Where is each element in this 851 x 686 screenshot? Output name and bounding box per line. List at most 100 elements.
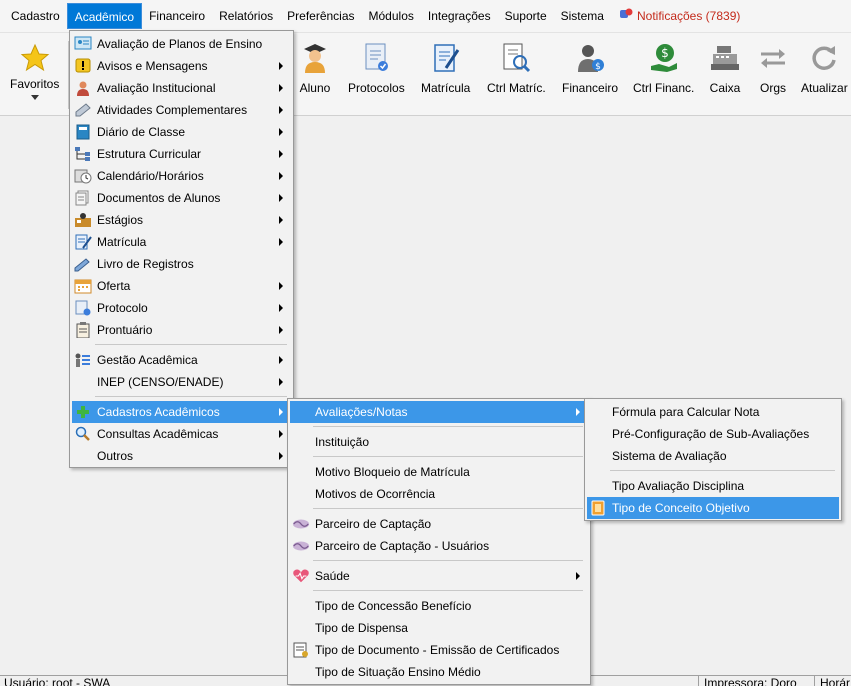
- menu-item-outros[interactable]: Outros: [72, 445, 291, 467]
- menu-item-label: Matrícula: [97, 235, 147, 249]
- notifications-label: Notificações (7839): [636, 9, 741, 23]
- menu-separator: [610, 470, 835, 471]
- certificate-icon: [292, 642, 310, 658]
- menu-item-label: Avaliação de Planos de Ensino: [97, 37, 263, 51]
- menu-item-prontuario[interactable]: Prontuário: [72, 319, 291, 341]
- menu-item-saude[interactable]: Saúde: [290, 565, 588, 587]
- menu-item-diario[interactable]: Diário de Classe: [72, 121, 291, 143]
- submenu-arrow-icon: [576, 408, 580, 416]
- favoritos-button[interactable]: Favoritos: [10, 41, 59, 100]
- menu-modulos[interactable]: Módulos: [362, 3, 421, 29]
- menu-item-oferta[interactable]: Oferta: [72, 275, 291, 297]
- menu-suporte[interactable]: Suporte: [498, 3, 554, 29]
- menu-item-label: Consultas Acadêmicas: [97, 427, 219, 441]
- menu-item-avaliacoes-notas[interactable]: Avaliações/Notas: [290, 401, 588, 423]
- menu-item-tipo-conceito-objetivo[interactable]: Tipo de Conceito Objetivo: [587, 497, 839, 519]
- caixa-button[interactable]: Caixa: [709, 41, 741, 95]
- book-icon: [74, 124, 92, 140]
- ctrl-matric-button[interactable]: Ctrl Matríc.: [487, 41, 546, 95]
- menu-item-motivo-bloqueio[interactable]: Motivo Bloqueio de Matrícula: [290, 461, 588, 483]
- menu-item-instituicao[interactable]: Instituição: [290, 431, 588, 453]
- menu-item-label: Documentos de Alunos: [97, 191, 221, 205]
- menu-integracoes[interactable]: Integrações: [421, 3, 498, 29]
- ctrl-financ-label: Ctrl Financ.: [633, 81, 695, 95]
- submenu-arrow-icon: [279, 216, 283, 224]
- menu-item-documentos[interactable]: Documentos de Alunos: [72, 187, 291, 209]
- menu-item-label: Tipo de Conceito Objetivo: [612, 501, 750, 515]
- menu-item-protocolo[interactable]: Protocolo: [72, 297, 291, 319]
- menu-separator: [313, 456, 583, 457]
- menu-item-tipo-avaliacao-disciplina[interactable]: Tipo Avaliação Disciplina: [587, 475, 839, 497]
- menu-preferencias[interactable]: Preferências: [280, 3, 361, 29]
- cadastros-academicos-submenu: Avaliações/Notas Instituição Motivo Bloq…: [287, 398, 591, 685]
- menu-item-motivos-ocorrencia[interactable]: Motivos de Ocorrência: [290, 483, 588, 505]
- menu-cadastro[interactable]: Cadastro: [4, 3, 67, 29]
- status-time: Horár: [820, 676, 851, 686]
- notifications-link[interactable]: Notificações (7839): [611, 3, 740, 29]
- menu-item-tipo-concessao[interactable]: Tipo de Concessão Benefício: [290, 595, 588, 617]
- ctrl-financ-button[interactable]: $ Ctrl Financ.: [633, 41, 694, 95]
- menu-relatorios[interactable]: Relatórios: [212, 3, 280, 29]
- menu-item-parceiro-usuarios[interactable]: Parceiro de Captação - Usuários: [290, 535, 588, 557]
- protocolos-button[interactable]: Protocolos: [348, 41, 405, 95]
- submenu-arrow-icon: [279, 356, 283, 364]
- menu-item-pre-configuracao[interactable]: Pré-Configuração de Sub-Avaliações: [587, 423, 839, 445]
- menu-item-cadastros-academicos[interactable]: Cadastros Acadêmicos: [72, 401, 291, 423]
- menu-item-estrutura[interactable]: Estrutura Curricular: [72, 143, 291, 165]
- submenu-arrow-icon: [279, 194, 283, 202]
- menu-separator: [95, 396, 287, 397]
- menu-item-label: Atividades Complementares: [97, 103, 248, 117]
- menu-item-gestao[interactable]: Gestão Acadêmica: [72, 349, 291, 371]
- menu-item-parceiro-captacao[interactable]: Parceiro de Captação: [290, 513, 588, 535]
- submenu-arrow-icon: [279, 238, 283, 246]
- orgs-button[interactable]: Orgs: [757, 41, 789, 95]
- submenu-arrow-icon: [279, 84, 283, 92]
- menu-item-label: Livro de Registros: [97, 257, 194, 271]
- star-icon: [19, 41, 51, 75]
- svg-text:$: $: [661, 46, 669, 60]
- handshake-icon: [292, 538, 310, 554]
- menu-item-label: Sistema de Avaliação: [612, 449, 727, 463]
- menu-item-formula-nota[interactable]: Fórmula para Calcular Nota: [587, 401, 839, 423]
- menu-item-tipo-dispensa[interactable]: Tipo de Dispensa: [290, 617, 588, 639]
- menu-item-matricula[interactable]: Matrícula: [72, 231, 291, 253]
- menu-item-label: Tipo de Dispensa: [315, 621, 408, 635]
- menu-item-inep[interactable]: INEP (CENSO/ENADE): [72, 371, 291, 393]
- menu-item-label: Estrutura Curricular: [97, 147, 202, 161]
- menu-item-label: Outros: [97, 449, 134, 463]
- menu-item-calendario[interactable]: Calendário/Horários: [72, 165, 291, 187]
- submenu-arrow-icon: [279, 128, 283, 136]
- atualizar-button[interactable]: Atualizar: [801, 41, 848, 95]
- menu-item-sistema-avaliacao[interactable]: Sistema de Avaliação: [587, 445, 839, 467]
- menu-item-livro[interactable]: Livro de Registros: [72, 253, 291, 275]
- warning-icon: [74, 58, 92, 74]
- menu-item-atividades[interactable]: Atividades Complementares: [72, 99, 291, 121]
- menu-item-consultas[interactable]: Consultas Acadêmicas: [72, 423, 291, 445]
- menu-item-avisos[interactable]: Avisos e Mensagens: [72, 55, 291, 77]
- menu-item-label: Avisos e Mensagens: [97, 59, 208, 73]
- menu-item-label: Tipo de Situação Ensino Médio: [315, 665, 481, 679]
- status-user: Usuário: root - SWA: [4, 676, 111, 686]
- menu-item-avaliacao-institucional[interactable]: Avaliação Institucional: [72, 77, 291, 99]
- document-orange-icon: [589, 500, 607, 516]
- menu-item-tipo-documento[interactable]: Tipo de Documento - Emissão de Certifica…: [290, 639, 588, 661]
- documents-icon: [74, 190, 92, 206]
- menu-item-estagios[interactable]: Estágios: [72, 209, 291, 231]
- clipboard-icon: [74, 322, 92, 338]
- menu-item-avaliacao-planos[interactable]: Avaliação de Planos de Ensino: [72, 33, 291, 55]
- swap-arrows-icon: [757, 41, 789, 75]
- submenu-arrow-icon: [279, 172, 283, 180]
- matricula-button[interactable]: Matrícula: [421, 41, 470, 95]
- presentation-icon: [74, 36, 92, 52]
- menu-item-tipo-situacao[interactable]: Tipo de Situação Ensino Médio: [290, 661, 588, 683]
- financeiro-button[interactable]: $ Financeiro: [562, 41, 618, 95]
- aluno-button[interactable]: Aluno: [299, 41, 331, 95]
- notification-bell-icon: [619, 8, 633, 25]
- menu-item-label: Prontuário: [97, 323, 153, 337]
- caixa-label: Caixa: [709, 81, 741, 95]
- handshake-icon: [292, 516, 310, 532]
- menu-financeiro[interactable]: Financeiro: [142, 3, 212, 29]
- menu-sistema[interactable]: Sistema: [554, 3, 611, 29]
- menu-academico[interactable]: Acadêmico: [66, 3, 143, 29]
- financeiro-label: Financeiro: [562, 81, 619, 95]
